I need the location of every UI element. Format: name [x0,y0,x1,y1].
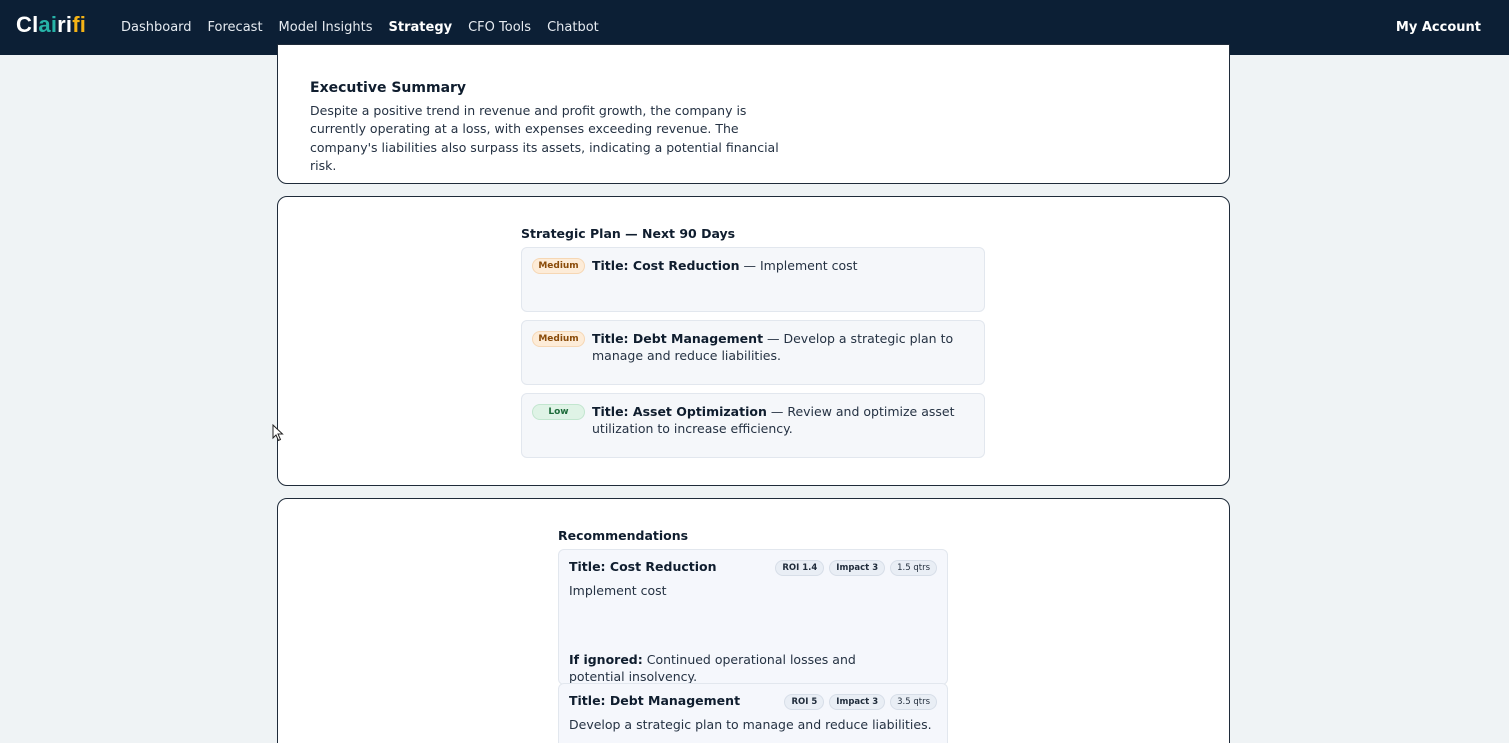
impact-chip: Impact 3 [829,694,886,710]
mouse-pointer-icon [272,424,284,442]
strategic-plan-title: Strategic Plan — Next 90 Days [521,226,736,241]
executive-summary-card: Executive Summary Despite a positive tre… [277,44,1230,184]
recommendation-desc: Implement cost [569,583,667,598]
impact-chip: Impact 3 [829,560,886,576]
recommendation-cost-reduction[interactable]: Title: Cost Reduction ROI 1.4 Impact 3 1… [558,549,948,685]
plan-item-title: Title: Debt Management [592,331,764,346]
clairifi-logo[interactable]: Clairifi [16,12,86,38]
executive-summary-text: Despite a positive trend in revenue and … [310,103,779,173]
my-account-link[interactable]: My Account [1396,0,1481,55]
plan-item-title: Title: Cost Reduction [592,258,740,273]
priority-badge: Low [532,404,585,420]
plan-item-desc: — Implement cost [739,258,858,273]
nav-model-insights[interactable]: Model Insights [279,20,373,35]
recommendations-title: Recommendations [558,528,689,543]
recommendation-metrics: ROI 5 Impact 3 3.5 qtrs [779,694,937,710]
duration-chip: 3.5 qtrs [890,694,937,710]
recommendations-card: Recommendations Title: Cost Reduction RO… [277,498,1230,743]
logo-part: ri [57,12,73,37]
recommendation-debt-management[interactable]: Title: Debt Management ROI 5 Impact 3 3.… [558,683,948,743]
strategic-plan-card: Strategic Plan — Next 90 Days Medium Tit… [277,196,1230,486]
recommendation-desc: Develop a strategic plan to manage and r… [569,717,932,732]
roi-chip: ROI 1.4 [775,560,825,576]
if-ignored-text: If ignored: Continued operational losses… [569,651,909,685]
roi-chip: ROI 5 [784,694,825,710]
nav-dashboard[interactable]: Dashboard [121,20,192,35]
logo-part: ai [38,12,58,37]
plan-item-debt-management[interactable]: Medium Title: Debt Management — Develop … [521,320,985,385]
recommendation-title: Title: Debt Management [569,693,741,708]
plan-item-cost-reduction[interactable]: Medium Title: Cost Reduction — Implement… [521,247,985,312]
nav-cfo-tools[interactable]: CFO Tools [468,20,531,35]
logo-part: Cl [16,12,39,37]
logo-part: fi [72,12,87,37]
plan-item-text: Title: Asset Optimization — Review and o… [592,403,977,437]
nav-strategy[interactable]: Strategy [389,20,453,35]
plan-item-text: Title: Cost Reduction — Implement cost [592,257,977,274]
plan-item-text: Title: Debt Management — Develop a strat… [592,330,977,364]
plan-item-title: Title: Asset Optimization [592,404,767,419]
recommendation-metrics: ROI 1.4 Impact 3 1.5 qtrs [770,560,937,576]
nav-forecast[interactable]: Forecast [208,20,263,35]
recommendation-title: Title: Cost Reduction [569,559,717,574]
executive-summary-title: Executive Summary [310,80,467,96]
duration-chip: 1.5 qtrs [890,560,937,576]
priority-badge: Medium [532,331,585,347]
if-ignored-label: If ignored: [569,652,643,667]
nav-chatbot[interactable]: Chatbot [547,20,599,35]
priority-badge: Medium [532,258,585,274]
plan-item-asset-optimization[interactable]: Low Title: Asset Optimization — Review a… [521,393,985,458]
